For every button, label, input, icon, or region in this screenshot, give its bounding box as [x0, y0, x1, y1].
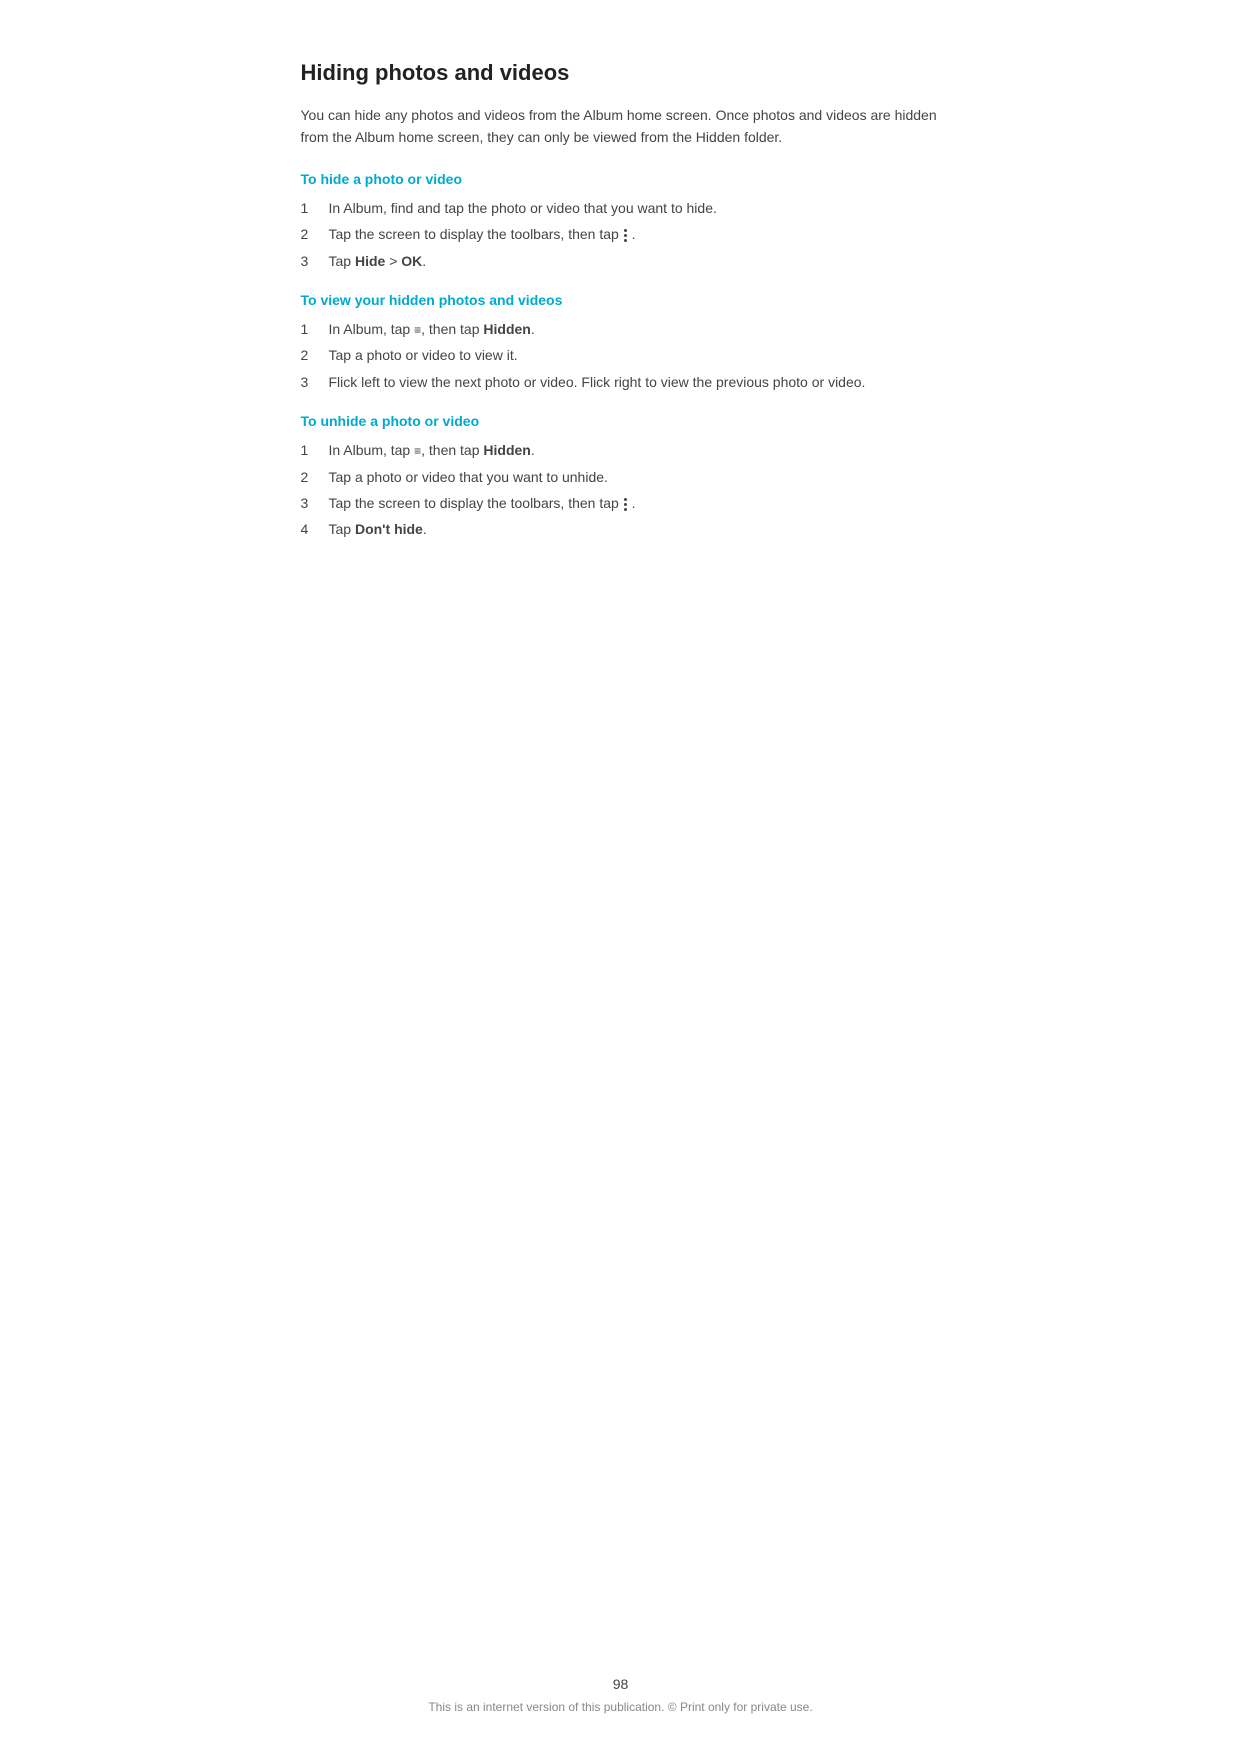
- list-item: 1 In Album, find and tap the photo or vi…: [301, 197, 941, 219]
- step-number: 2: [301, 344, 329, 366]
- page-title: Hiding photos and videos: [301, 60, 941, 86]
- step-number: 1: [301, 318, 329, 340]
- intro-text: You can hide any photos and videos from …: [301, 104, 941, 149]
- step-text: In Album, find and tap the photo or vide…: [329, 197, 941, 219]
- step-text: Flick left to view the next photo or vid…: [329, 371, 941, 393]
- list-item: 3 Flick left to view the next photo or v…: [301, 371, 941, 393]
- bold-text: Hide: [355, 253, 385, 269]
- list-item: 3 Tap the screen to display the toolbars…: [301, 492, 941, 514]
- step-text: Tap the screen to display the toolbars, …: [329, 223, 941, 245]
- section-heading-view: To view your hidden photos and videos: [301, 292, 941, 308]
- list-item: 2 Tap a photo or video to view it.: [301, 344, 941, 366]
- step-text: In Album, tap ≡, then tap Hidden.: [329, 318, 941, 340]
- list-item: 1 In Album, tap ≡, then tap Hidden.: [301, 439, 941, 461]
- bold-text: Hidden: [483, 321, 530, 337]
- list-item: 2 Tap a photo or video that you want to …: [301, 466, 941, 488]
- page-footer: 98 This is an internet version of this p…: [0, 1676, 1241, 1714]
- step-text: In Album, tap ≡, then tap Hidden.: [329, 439, 941, 461]
- step-text: Tap Hide > OK.: [329, 250, 941, 272]
- menu-icon: ≡: [414, 444, 421, 458]
- step-number: 3: [301, 371, 329, 393]
- list-item: 2 Tap the screen to display the toolbars…: [301, 223, 941, 245]
- step-number: 2: [301, 466, 329, 488]
- step-text: Tap Don't hide.: [329, 518, 941, 540]
- page-container: Hiding photos and videos You can hide an…: [0, 0, 1241, 1754]
- view-hidden-steps-list: 1 In Album, tap ≡, then tap Hidden. 2 Ta…: [301, 318, 941, 393]
- section-view-hidden: To view your hidden photos and videos 1 …: [301, 292, 941, 393]
- hide-steps-list: 1 In Album, find and tap the photo or vi…: [301, 197, 941, 272]
- unhide-steps-list: 1 In Album, tap ≡, then tap Hidden. 2 Ta…: [301, 439, 941, 541]
- step-text: Tap a photo or video that you want to un…: [329, 466, 941, 488]
- step-number: 2: [301, 223, 329, 245]
- list-item: 1 In Album, tap ≡, then tap Hidden.: [301, 318, 941, 340]
- step-number: 3: [301, 250, 329, 272]
- section-hide: To hide a photo or video 1 In Album, fin…: [301, 171, 941, 272]
- step-number: 4: [301, 518, 329, 540]
- step-number: 1: [301, 439, 329, 461]
- menu-icon: ≡: [414, 323, 421, 337]
- section-unhide: To unhide a photo or video 1 In Album, t…: [301, 413, 941, 541]
- section-heading-unhide: To unhide a photo or video: [301, 413, 941, 429]
- step-text: Tap the screen to display the toolbars, …: [329, 492, 941, 514]
- bold-text: OK: [401, 253, 422, 269]
- step-number: 1: [301, 197, 329, 219]
- step-number: 3: [301, 492, 329, 514]
- step-text: Tap a photo or video to view it.: [329, 344, 941, 366]
- content-area: Hiding photos and videos You can hide an…: [281, 60, 961, 561]
- more-icon: [624, 498, 627, 511]
- footer-text: This is an internet version of this publ…: [428, 1700, 812, 1714]
- page-number: 98: [613, 1676, 629, 1692]
- bold-text: Don't hide: [355, 521, 423, 537]
- section-heading-hide: To hide a photo or video: [301, 171, 941, 187]
- list-item: 4 Tap Don't hide.: [301, 518, 941, 540]
- list-item: 3 Tap Hide > OK.: [301, 250, 941, 272]
- more-icon: [624, 229, 627, 242]
- bold-text: Hidden: [483, 442, 530, 458]
